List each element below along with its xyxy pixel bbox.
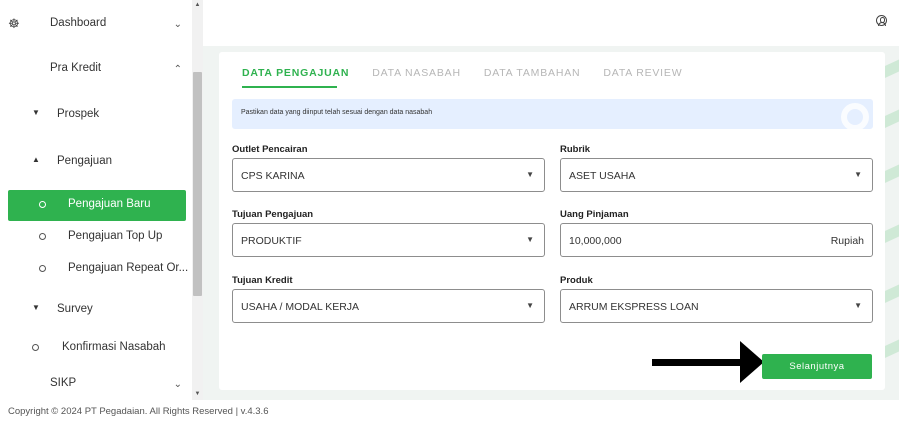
sidebar-item-label: Dashboard	[50, 17, 107, 29]
caret-down-icon: ▼	[854, 301, 862, 310]
caret-down-icon: ▼	[854, 170, 862, 179]
chevron-down-icon[interactable]: ⌄	[174, 379, 182, 390]
sidebar: ☸ Dashboard ⌄ Pra Kredit ⌃ ▼ Prospek ▲ P…	[0, 0, 192, 400]
circle-icon	[39, 233, 46, 240]
annotation-arrow-shaft	[652, 359, 744, 366]
tujuan-kredit-label: Tujuan Kredit	[232, 275, 293, 286]
chevron-down-icon[interactable]: ⌄	[174, 19, 182, 30]
produk-label: Produk	[560, 275, 593, 286]
next-button[interactable]: Selanjutnya	[762, 354, 872, 379]
caret-down-icon: ▼	[526, 235, 534, 244]
scroll-up-arrow-icon[interactable]: ▲	[192, 2, 203, 8]
sidebar-item-pengajuan-repeat[interactable]: Pengajuan Repeat Or...	[0, 258, 192, 280]
tab-data-tambahan[interactable]: DATA TAMBAHAN	[484, 67, 581, 87]
sidebar-item-label: Pengajuan	[57, 155, 112, 167]
user-circle-icon[interactable]	[876, 15, 887, 26]
outlet-pencairan-label: Outlet Pencairan	[232, 144, 308, 155]
scrollbar-thumb[interactable]	[193, 72, 202, 296]
uang-pinjaman-label: Uang Pinjaman	[560, 209, 629, 220]
tujuan-kredit-value: USAHA / MODAL KERJA	[241, 301, 360, 313]
chevron-up-icon[interactable]: ⌃	[174, 64, 182, 75]
sidebar-item-label: Pengajuan Top Up	[68, 230, 163, 242]
caret-down-icon: ▼	[32, 303, 40, 312]
outlet-pencairan-value: CPS KARINA	[241, 170, 305, 182]
sidebar-item-prospek[interactable]: ▼ Prospek	[0, 103, 192, 125]
sidebar-item-label: Konfirmasi Nasabah	[62, 341, 166, 353]
tujuan-pengajuan-label: Tujuan Pengajuan	[232, 209, 314, 220]
active-tab-indicator	[242, 86, 337, 88]
currency-suffix: Rupiah	[830, 235, 864, 247]
tab-data-pengajuan[interactable]: DATA PENGAJUAN	[242, 67, 349, 87]
sidebar-item-konfirmasi-nasabah[interactable]: Konfirmasi Nasabah	[0, 337, 192, 359]
sidebar-scrollbar[interactable]: ▲ ▼	[192, 0, 203, 400]
sidebar-item-label: Pengajuan Repeat Or...	[68, 262, 189, 274]
rubrik-select[interactable]: ASET USAHA ▼	[560, 158, 873, 192]
sidebar-item-label: Pengajuan Baru	[68, 198, 151, 210]
info-text: Pastikan data yang diinput telah sesuai …	[241, 109, 433, 116]
circle-icon	[39, 265, 46, 272]
decorative-circle	[841, 103, 869, 131]
annotation-arrow-head	[740, 341, 764, 383]
circle-icon	[32, 344, 39, 351]
tujuan-pengajuan-select[interactable]: PRODUKTIF ▼	[232, 223, 545, 257]
outlet-pencairan-select[interactable]: CPS KARINA ▼	[232, 158, 545, 192]
produk-select[interactable]: ARRUM EKSPRESS LOAN ▼	[560, 289, 873, 323]
footer-copyright: Copyright © 2024 PT Pegadaian. All Right…	[8, 406, 269, 417]
info-banner: Pastikan data yang diinput telah sesuai …	[232, 99, 873, 131]
uang-pinjaman-value: 10,000,000	[569, 235, 622, 247]
tujuan-kredit-select[interactable]: USAHA / MODAL KERJA ▼	[232, 289, 545, 323]
sidebar-item-label: Pra Kredit	[50, 62, 102, 74]
step-tabs: DATA PENGAJUAN DATA NASABAH DATA TAMBAHA…	[242, 67, 705, 87]
sidebar-item-pengajuan[interactable]: ▲ Pengajuan	[0, 150, 192, 172]
sidebar-item-pengajuan-top-up[interactable]: Pengajuan Top Up	[0, 226, 192, 248]
sidebar-item-label: Survey	[57, 303, 93, 315]
sidebar-item-sikp[interactable]: SIKP ⌄	[0, 373, 192, 395]
caret-down-icon: ▼	[32, 108, 40, 117]
uang-pinjaman-input[interactable]: 10,000,000 Rupiah	[560, 223, 873, 257]
caret-down-icon: ▼	[526, 301, 534, 310]
rubrik-value: ASET USAHA	[569, 170, 636, 182]
tujuan-pengajuan-value: PRODUKTIF	[241, 235, 302, 247]
circle-icon	[39, 201, 46, 208]
rubrik-label: Rubrik	[560, 144, 591, 155]
sidebar-item-label: Prospek	[57, 108, 100, 120]
sidebar-item-pra-kredit[interactable]: Pra Kredit ⌃	[0, 58, 192, 80]
caret-down-icon: ▼	[526, 170, 534, 179]
gauge-icon: ☸	[8, 16, 20, 31]
sidebar-item-pengajuan-baru[interactable]: Pengajuan Baru	[0, 192, 192, 218]
produk-value: ARRUM EKSPRESS LOAN	[569, 301, 699, 313]
tab-data-review[interactable]: DATA REVIEW	[603, 67, 682, 87]
sidebar-item-dashboard[interactable]: ☸ Dashboard ⌄	[0, 13, 192, 35]
caret-up-icon: ▲	[32, 155, 40, 164]
sidebar-item-label: SIKP	[50, 377, 77, 389]
tab-data-nasabah[interactable]: DATA NASABAH	[372, 67, 461, 87]
scroll-down-arrow-icon[interactable]: ▼	[192, 391, 203, 397]
sidebar-item-survey[interactable]: ▼ Survey	[0, 298, 192, 320]
